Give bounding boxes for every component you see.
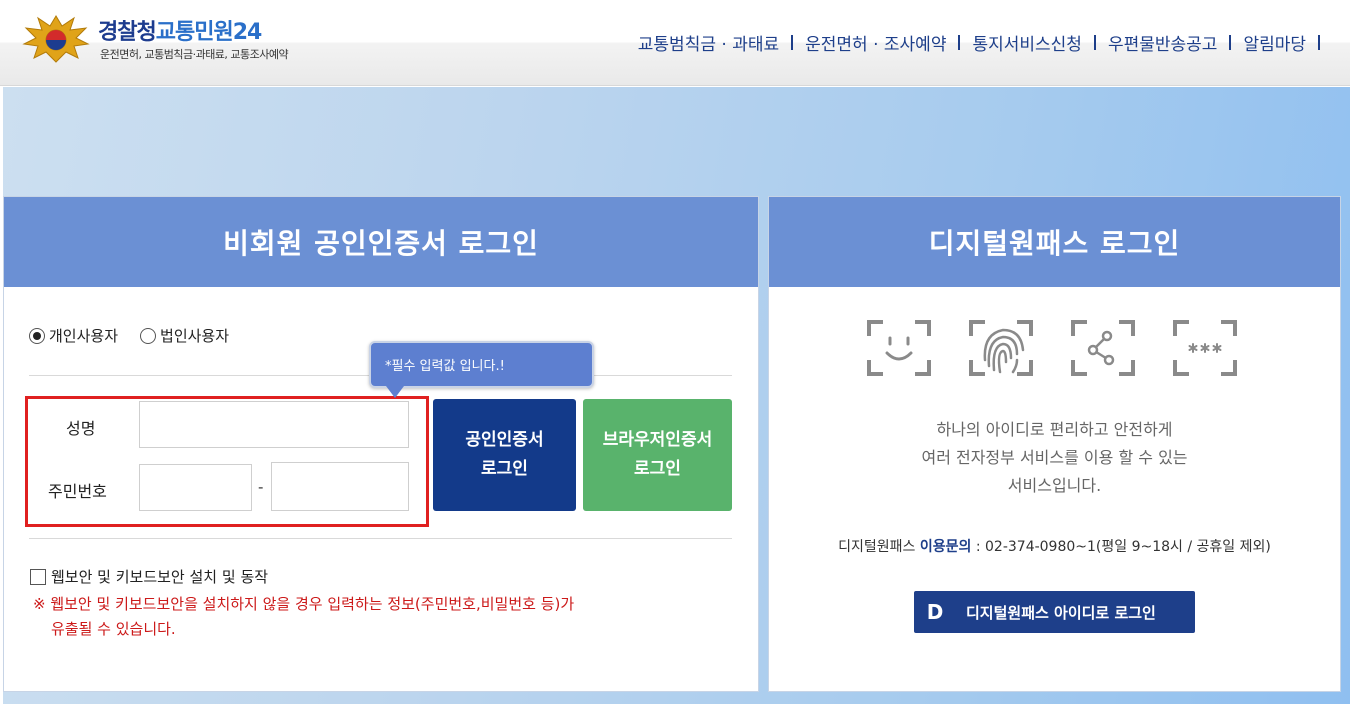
radio-corporate-label: 법인사용자 [160, 327, 230, 345]
onepass-login-button[interactable]: D 디지털원패스 아이디로 로그인 [914, 591, 1195, 633]
fingerprint-icon [969, 320, 1033, 376]
radio-unchecked-icon [140, 327, 157, 344]
security-install-checkbox[interactable] [30, 568, 46, 585]
cert-login-button[interactable]: 공인인증서 로그인 [433, 399, 576, 511]
onepass-d-icon: D [926, 600, 944, 624]
nav-returned-mail[interactable]: 우편물반송공고 [1096, 30, 1229, 55]
name-label: 성명 [66, 419, 96, 438]
radio-individual-label: 개인사용자 [49, 327, 119, 345]
browser-cert-button-line2: 로그인 [634, 459, 681, 479]
onepass-login-button-label: 디지털원패스 아이디로 로그인 [966, 603, 1156, 622]
cert-login-button-line1: 공인인증서 [465, 430, 544, 450]
face-id-icon [867, 320, 931, 376]
radio-checked-icon [29, 327, 45, 344]
contact-prefix: 디지털원패스 [838, 539, 916, 555]
pin-icon [1173, 320, 1237, 376]
security-warning: ※ 웹보안 및 키보드보안을 설치하지 않을 경우 입력하는 정보(주민번호,비… [33, 592, 733, 642]
security-install-row: 웹보안 및 키보드보안 설치 및 동작 [30, 566, 268, 587]
nav-license-reservation[interactable]: 운전면허 · 조사예약 [793, 30, 958, 55]
onepass-login-title: 디지털원패스 로그인 [769, 197, 1340, 287]
rrn-label: 주민번호 [48, 482, 107, 501]
security-warning-line2: 유출될 수 있습니다. [51, 620, 176, 638]
form-divider-bottom [29, 538, 732, 539]
cert-login-title: 비회원 공인인증서 로그인 [4, 197, 758, 287]
onepass-description-line3: 서비스입니다. [1007, 476, 1102, 495]
rrn-separator: - [258, 478, 264, 496]
auth-method-icons [867, 320, 1275, 376]
name-input[interactable] [139, 401, 409, 448]
rrn-front-input[interactable] [139, 464, 252, 511]
police-emblem-icon [22, 15, 90, 63]
browser-cert-button-line1: 브라우저인증서 [602, 430, 713, 450]
security-warning-line1: ※ 웹보안 및 키보드보안을 설치하지 않을 경우 입력하는 정보(주민번호,비… [33, 595, 575, 613]
radio-individual[interactable]: 개인사용자 [29, 325, 118, 346]
security-install-label: 웹보안 및 키보드보안 설치 및 동작 [51, 568, 269, 586]
site-logo[interactable]: 경찰청교통민원24 운전면허, 교통범칙금·과태료, 교통조사예약 [20, 10, 320, 66]
nav-divider [1318, 34, 1320, 50]
contact-inquiry-label: 이용문의 [919, 539, 972, 555]
radio-corporate[interactable]: 법인사용자 [140, 325, 229, 346]
user-type-radio-group: 개인사용자 법인사용자 [29, 325, 251, 346]
main-nav: 교통범칙금 · 과태료 운전면허 · 조사예약 통지서비스신청 우편물반송공고 … [626, 30, 1320, 55]
contact-detail: : 02-374-0980~1(평일 9~18시 / 공휴일 제외) [975, 539, 1271, 555]
rrn-back-input[interactable] [271, 462, 409, 511]
onepass-description: 하나의 아이디로 편리하고 안전하게 여러 전자정부 서비스를 이용 할 수 있… [768, 416, 1341, 500]
nav-notification-service[interactable]: 통지서비스신청 [960, 30, 1093, 55]
required-field-tooltip: *필수 입력값 입니다.! [369, 341, 594, 388]
tooltip-arrow-icon [386, 386, 404, 398]
nav-notice[interactable]: 알림마당 [1231, 30, 1318, 55]
onepass-description-line1: 하나의 아이디로 편리하고 안전하게 [936, 420, 1173, 439]
browser-cert-login-button[interactable]: 브라우저인증서 로그인 [583, 399, 732, 511]
pattern-icon [1071, 320, 1135, 376]
logo-tagline: 운전면허, 교통범칙금·과태료, 교통조사예약 [100, 48, 289, 61]
nav-traffic-fines[interactable]: 교통범칙금 · 과태료 [626, 30, 791, 55]
cert-login-button-line2: 로그인 [481, 459, 528, 479]
site-header: 경찰청교통민원24 운전면허, 교통범칙금·과태료, 교통조사예약 교통범칙금 … [0, 0, 1350, 86]
onepass-description-line2: 여러 전자정부 서비스를 이용 할 수 있는 [921, 448, 1188, 467]
onepass-contact: 디지털원패스 이용문의 : 02-374-0980~1(평일 9~18시 / 공… [768, 536, 1341, 556]
logo-title: 경찰청교통민원24 [98, 20, 262, 45]
